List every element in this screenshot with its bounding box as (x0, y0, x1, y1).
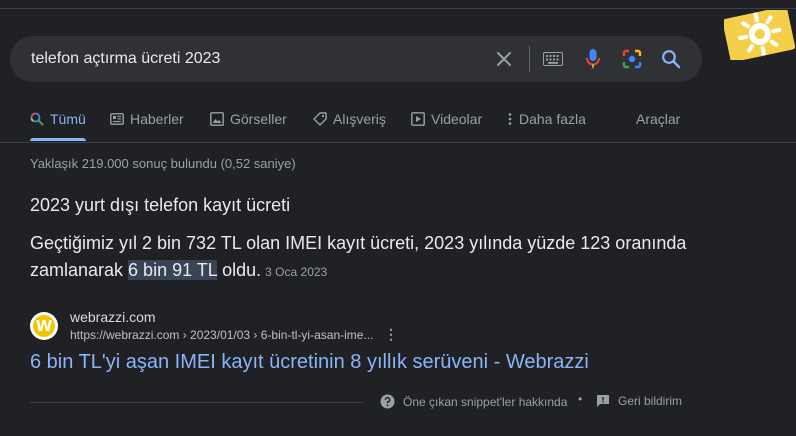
search-icon[interactable] (660, 48, 682, 70)
result-title-link[interactable]: 6 bin TL'yi aşan IMEI kayıt ücretinin 8 … (30, 351, 589, 374)
tools-button[interactable]: Araçlar (636, 111, 680, 127)
footer-separator: • (578, 392, 583, 406)
about-snippets-link[interactable]: Öne çıkan snippet'ler hakkında (380, 394, 567, 409)
tab-videos[interactable]: Videolar (411, 111, 482, 127)
tabs-divider (0, 142, 796, 143)
tag-icon (313, 112, 327, 126)
active-tab-indicator (30, 138, 86, 141)
tab-more[interactable]: Daha fazla (507, 111, 586, 127)
tab-label: Videolar (431, 111, 483, 127)
site-favicon[interactable]: W (30, 312, 58, 340)
keyboard-icon[interactable] (542, 48, 564, 70)
doodle-logo[interactable] (724, 10, 796, 60)
camera-lens-icon[interactable] (621, 48, 643, 70)
news-icon (110, 113, 124, 125)
favicon-letter: W (33, 315, 55, 337)
search-box[interactable]: telefon açtırma ücreti 2023 (10, 36, 702, 82)
feedback-link[interactable]: Geri bildirim (596, 394, 682, 408)
help-icon (380, 394, 395, 409)
answer-highlight: 6 bin 91 TL (128, 260, 218, 280)
tab-news[interactable]: Haberler (110, 111, 184, 127)
tools-label: Araçlar (636, 111, 681, 127)
tab-all[interactable]: Tümü (30, 111, 86, 127)
tab-shopping[interactable]: Alışveriş (313, 111, 386, 127)
tab-label: Alışveriş (333, 111, 386, 127)
tab-label: Daha fazla (519, 111, 586, 127)
site-name[interactable]: webrazzi.com (70, 309, 156, 325)
more-vertical-icon (508, 113, 512, 125)
snippet-date: 3 Oca 2023 (265, 265, 328, 279)
tab-label: Tümü (50, 111, 86, 127)
footer-divider (30, 402, 364, 403)
top-divider (0, 8, 796, 9)
more-options-icon[interactable]: ⋮ (384, 326, 398, 343)
site-url[interactable]: https://webrazzi.com › 2023/01/03 › 6-bi… (70, 328, 373, 342)
search-tabs: Tümü Haberler Görseller Alışveriş Videol… (0, 100, 796, 142)
tab-label: Haberler (130, 111, 184, 127)
feedback-icon (597, 395, 609, 407)
tab-label: Görseller (230, 111, 287, 127)
search-input[interactable]: telefon açtırma ücreti 2023 (31, 50, 220, 68)
image-icon (210, 112, 224, 126)
microphone-icon[interactable] (582, 48, 604, 70)
tab-images[interactable]: Görseller (210, 111, 287, 127)
feedback-label: Geri bildirim (618, 394, 683, 408)
search-divider (529, 46, 530, 72)
play-icon (411, 112, 425, 126)
close-icon[interactable] (493, 48, 515, 70)
snippet-heading: 2023 yurt dışı telefon kayıt ücreti (30, 195, 291, 215)
about-snippets-label: Öne çıkan snippet'ler hakkında (403, 394, 568, 409)
search-icon (30, 112, 44, 126)
snippet-answer: Geçtiğimiz yıl 2 bin 732 TL olan IMEI ka… (30, 230, 750, 286)
result-stats: Yaklaşık 219.000 sonuç bulundu (0,52 san… (30, 156, 296, 171)
answer-text-end: oldu. (217, 260, 262, 280)
